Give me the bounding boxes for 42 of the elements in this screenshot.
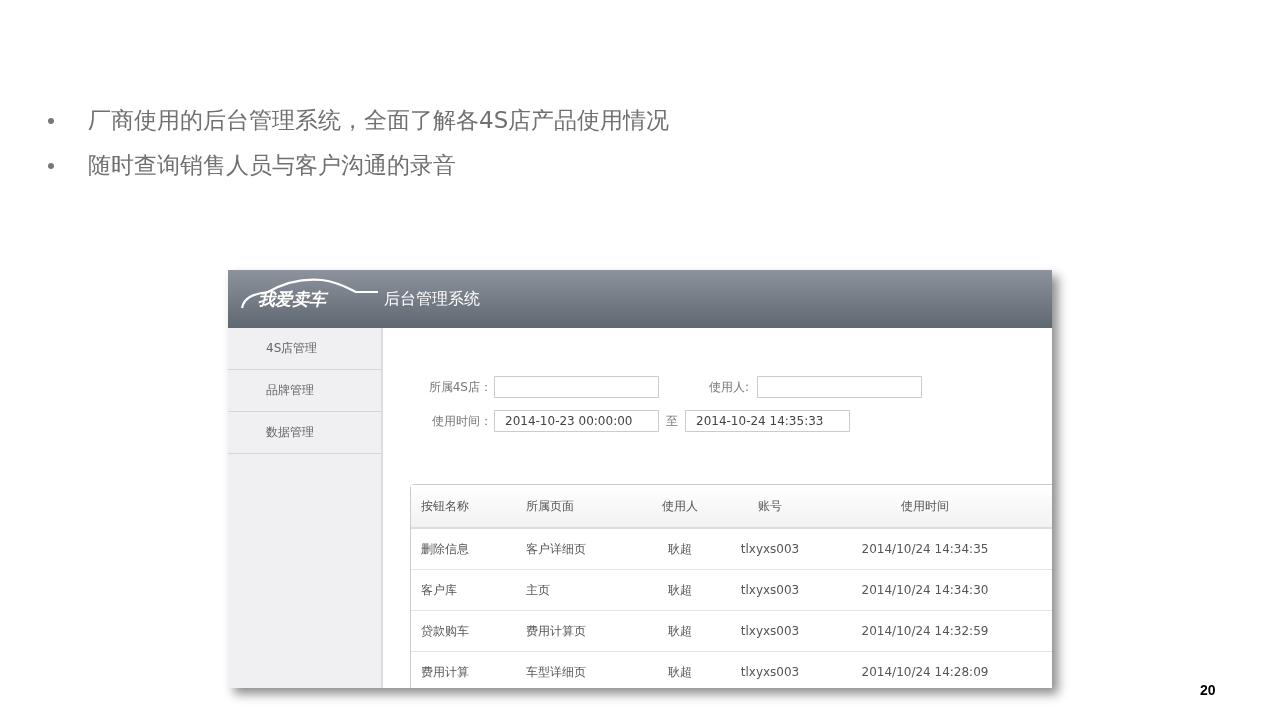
table-cell-text: tlxyxs003 bbox=[739, 583, 801, 597]
table-cell-text: 客户详细页 bbox=[526, 540, 587, 558]
range-separator: 至 bbox=[665, 412, 679, 430]
date-field[interactable]: 2014-10-24 14:35:33 bbox=[685, 410, 850, 432]
sidebar-item[interactable]: 4S店管理 bbox=[228, 328, 381, 370]
table-cell-text: tlxyxs003 bbox=[739, 624, 801, 638]
table-cell-text: 耿超 bbox=[667, 540, 693, 558]
table-cell-text: 2014/10/24 14:34:30 bbox=[860, 583, 990, 597]
table-cell-text: 客户库 bbox=[420, 581, 458, 599]
column-header: 账号 bbox=[757, 497, 783, 515]
table-cell-text: 耿超 bbox=[667, 622, 693, 640]
table-cell-text: 耿超 bbox=[667, 663, 693, 681]
bullet-text: 随时查询销售人员与客户沟通的录音 bbox=[88, 151, 456, 180]
column-header: 按钮名称 bbox=[420, 497, 470, 515]
bullet-icon bbox=[48, 117, 54, 124]
column-header: 使用人 bbox=[661, 497, 699, 515]
sidebar-item[interactable]: 品牌管理 bbox=[228, 370, 381, 412]
table-cell-text: 费用计算页 bbox=[526, 622, 587, 640]
table-cell-text: tlxyxs003 bbox=[739, 665, 801, 679]
table-cell-text: 主页 bbox=[526, 581, 551, 599]
table-cell-text: 车型详细页 bbox=[526, 663, 587, 681]
table-cell-text: 费用计算 bbox=[420, 663, 470, 681]
field-label: 所属4S店： bbox=[427, 378, 492, 396]
table-cell-text: 2014/10/24 14:28:09 bbox=[860, 665, 990, 679]
column-header: 使用时间 bbox=[900, 497, 950, 515]
app-title: 后台管理系统 bbox=[384, 288, 480, 310]
table-cell-text: 2014/10/24 14:34:35 bbox=[860, 542, 990, 556]
field-label: 使用人: bbox=[707, 378, 749, 396]
table-cell-text: 耿超 bbox=[667, 581, 693, 599]
input-field[interactable] bbox=[494, 376, 659, 398]
input-field[interactable] bbox=[757, 376, 922, 398]
table-cell-text: 贷款购车 bbox=[420, 622, 470, 640]
page-number: 20 bbox=[1200, 682, 1216, 698]
bullet-text: 厂商使用的后台管理系统，全面了解各4S店产品使用情况 bbox=[88, 106, 670, 135]
sidebar-item[interactable]: 数据管理 bbox=[228, 412, 381, 454]
field-label: 使用时间： bbox=[431, 412, 492, 430]
table-cell-text: 2014/10/24 14:32:59 bbox=[860, 624, 990, 638]
column-header: 所属页面 bbox=[526, 497, 575, 515]
table-cell-text: tlxyxs003 bbox=[739, 542, 801, 556]
date-field[interactable]: 2014-10-23 00:00:00 bbox=[494, 410, 659, 432]
bullet-icon bbox=[48, 162, 54, 169]
table-cell-text: 删除信息 bbox=[420, 540, 470, 558]
